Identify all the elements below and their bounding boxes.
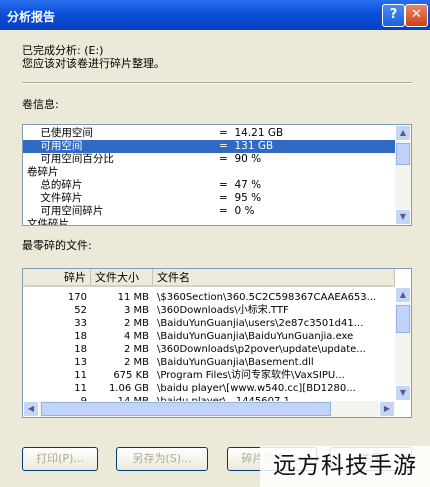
close-window-button[interactable]: ✕ [405,4,428,27]
volume-info-row[interactable]: 已使用空间 = 14.21 GB [23,127,395,140]
file-name-cell: \BaiduYunGuanjia\users\2e87c3501d41... [157,318,364,329]
scroll-right-icon[interactable]: ▶ [379,401,395,417]
save-as-button[interactable]: 另存为(S)... [116,447,208,471]
volume-info-value: = 0 % [219,205,255,217]
scroll-down-icon[interactable]: ▼ [395,209,411,225]
fragment-count-cell: 170 [67,292,87,303]
table-row[interactable]: 13 2 MB \BaiduYunGuanjia\Basement.dll [23,356,395,369]
table-row[interactable]: 11 1.06 GB \baidu player\[www.w540.cc][BD1… [23,382,395,395]
scroll-thumb[interactable] [396,305,410,333]
fragment-count-cell: 18 [74,331,87,342]
volume-info-row[interactable]: 卷碎片 [23,166,395,179]
table-row[interactable]: 170 11 MB \$360Section\360.5C2C598367CAAEA… [23,291,395,304]
scroll-thumb[interactable] [396,143,410,165]
column-header-fragments[interactable]: 碎片 [23,269,91,287]
volume-info-panel[interactable]: 已使用空间 = 14.21 GB 可用空间 = 131 GB 可用空间百分比 = 90… [22,124,412,226]
window-title: 分析报告 [7,10,56,24]
fragment-count-cell: 33 [74,318,87,329]
files-horizontal-scrollbar[interactable]: ◀ ▶ [23,401,395,417]
volume-info-name: 总的碎片 [27,179,83,191]
volume-info-row[interactable]: 文件碎片 = 95 % [23,192,395,205]
volume-info-value: = 131 GB [219,140,274,152]
file-size-cell: 4 MB [123,331,149,342]
print-button[interactable]: 打印(P)... [22,447,98,471]
volume-info-row[interactable]: 总的碎片 = 47 % [23,179,395,192]
file-name-cell: \360Downloads\小标宋.TTF [157,305,289,316]
title-bar: 分析报告 ? ✕ [0,0,430,30]
volume-info-name: 可用空间 [27,140,83,152]
column-header-file-name[interactable]: 文件名 [153,269,395,287]
fragment-count-cell: 18 [74,344,87,355]
table-row[interactable]: 18 2 MB \360Downloads\p2pover\update\updat… [23,343,395,356]
column-header-file-size[interactable]: 文件大小 [91,269,153,287]
files-list[interactable]: 碎片 文件大小 文件名 170 11 MB \$360Section\360.5C2… [22,268,412,418]
file-name-cell: \360Downloads\p2pover\update\update... [157,344,366,355]
file-name-cell: \$360Section\360.5C2C598367CAAEA653... [157,292,377,303]
volume-info-name: 文件碎片 [27,192,83,204]
volume-info-value: = 47 % [219,179,262,191]
file-size-cell: 2 MB [123,318,149,329]
fragment-count-cell: 52 [74,305,87,316]
file-size-cell: 3 MB [123,305,149,316]
help-button[interactable]: ? [382,4,405,27]
file-name-cell: \Program Files\访问专家软件\VaxSIPU... [157,370,345,381]
volume-info-row[interactable]: 可用空间碎片 = 0 % [23,205,395,218]
file-size-cell: 11 MB [117,292,149,303]
volume-info-name: 可用空间碎片 [27,205,104,217]
volume-info-label: 卷信息: [22,98,59,111]
scroll-up-icon[interactable]: ▲ [395,125,411,141]
files-vertical-scrollbar[interactable]: ▲ ▼ [395,287,411,401]
horizontal-scroll-thumb[interactable] [41,402,331,416]
volume-info-value: = 90 % [219,153,262,165]
watermark: 远方科技手游 [260,446,430,487]
scroll-left-icon[interactable]: ◀ [23,401,39,417]
volume-scrollbar[interactable]: ▲ ▼ [395,125,411,225]
volume-info-name: 文件碎片 [27,218,69,226]
volume-info-value: = 14.21 GB [219,127,284,139]
scroll-down-icon[interactable]: ▼ [395,385,411,401]
file-size-cell: 675 KB [113,370,149,381]
table-row[interactable]: 33 2 MB \BaiduYunGuanjia\users\2e87c3501d4… [23,317,395,330]
fragment-count-cell: 13 [74,357,87,368]
table-row[interactable]: 11 675 KB \Program Files\访问专家软件\VaxSIPU... [23,369,395,382]
file-name-cell: \baidu player\[www.w540.cc][BD1280... [157,383,356,394]
scroll-up-icon[interactable]: ▲ [395,287,411,303]
divider [22,82,412,84]
fragment-count-cell: 11 [74,370,87,381]
volume-info-row[interactable]: 可用空间 = 131 GB [23,140,395,153]
table-row[interactable]: 18 4 MB \BaiduYunGuanjia\BaiduYunGuanjia.e… [23,330,395,343]
table-row[interactable]: 52 3 MB \360Downloads\小标宋.TTF [23,304,395,317]
volume-info-value: = 95 % [219,192,262,204]
file-name-cell: \BaiduYunGuanjia\Basement.dll [157,357,314,368]
file-size-cell: 2 MB [123,344,149,355]
volume-info-row[interactable]: 文件碎片 [23,218,395,226]
volume-info-name: 已使用空间 [27,127,93,139]
most-fragmented-label: 最零碎的文件: [22,239,92,252]
fragment-count-cell: 11 [74,383,87,394]
volume-info-name: 卷碎片 [27,166,59,178]
volume-info-row[interactable]: 可用空间百分比 = 90 % [23,153,395,166]
volume-info-name: 可用空间百分比 [27,153,114,165]
recommendation-text: 您应该对该卷进行碎片整理。 [22,57,165,70]
file-size-cell: 2 MB [123,357,149,368]
file-size-cell: 1.06 GB [108,383,149,394]
file-name-cell: \BaiduYunGuanjia\BaiduYunGuanjia.exe [157,331,354,342]
